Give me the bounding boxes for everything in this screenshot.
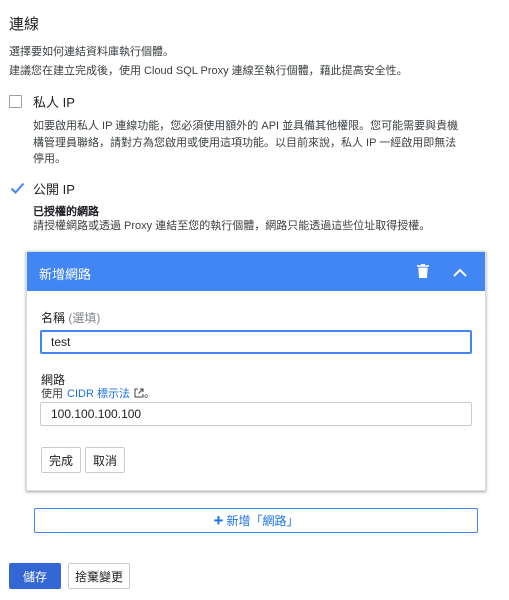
cancel-button[interactable]: 取消 — [85, 447, 125, 473]
external-link-icon — [134, 388, 144, 398]
network-name-input[interactable] — [40, 330, 472, 354]
new-network-card: 新增網路 名稱 (選填) 網路 使用 CIDR 標示法 。 — [26, 251, 486, 491]
discard-changes-button[interactable]: 捨棄變更 — [68, 563, 130, 589]
done-button[interactable]: 完成 — [41, 447, 81, 473]
save-button[interactable]: 儲存 — [9, 563, 61, 589]
network-hint-prefix: 使用 — [41, 388, 63, 400]
connection-description-line1: 選擇要如何連結資料庫執行個體。 — [9, 46, 174, 58]
network-address-input[interactable] — [40, 402, 472, 426]
network-hint-suffix: 。 — [143, 388, 155, 400]
private-ip-option[interactable]: 私人 IP — [9, 92, 75, 111]
private-ip-checkbox[interactable] — [9, 95, 22, 108]
private-ip-label: 私人 IP — [33, 95, 75, 110]
cidr-notation-link[interactable]: CIDR 標示法 — [67, 385, 130, 401]
connection-title: 連線 — [9, 16, 40, 33]
public-ip-label: 公開 IP — [33, 182, 75, 197]
chevron-up-icon — [453, 268, 467, 277]
network-hint: 使用 CIDR 標示法 。 — [41, 385, 155, 401]
new-network-card-title: 新增網路 — [39, 267, 92, 282]
name-field-label: 名稱 (選填) — [41, 309, 100, 326]
plus-icon: + — [213, 511, 224, 530]
add-network-label: 新增「網路」 — [226, 514, 299, 528]
authorized-networks-description: 請授權網路或透過 Proxy 連結至您的執行個體，網路只能透過這些位址取得授權。 — [33, 220, 431, 232]
delete-network-button[interactable] — [413, 261, 433, 281]
name-label-text: 名稱 — [41, 311, 66, 325]
public-ip-option[interactable]: 公開 IP — [9, 179, 75, 198]
private-ip-description: 如要啟用私人 IP 連線功能，您必須使用額外的 API 並具備其他權限。您可能需… — [33, 120, 459, 165]
connection-description-line2: 建議您在建立完成後，使用 Cloud SQL Proxy 連線至執行個體，藉此提… — [9, 65, 408, 77]
collapse-card-button[interactable] — [449, 261, 471, 283]
public-ip-checkbox[interactable] — [9, 181, 25, 197]
add-network-button[interactable]: + 新增「網路」 — [34, 508, 478, 533]
name-optional-text: (選填) — [68, 311, 101, 325]
trash-icon — [417, 264, 429, 278]
new-network-card-header[interactable]: 新增網路 — [27, 252, 485, 291]
check-icon — [10, 182, 24, 194]
